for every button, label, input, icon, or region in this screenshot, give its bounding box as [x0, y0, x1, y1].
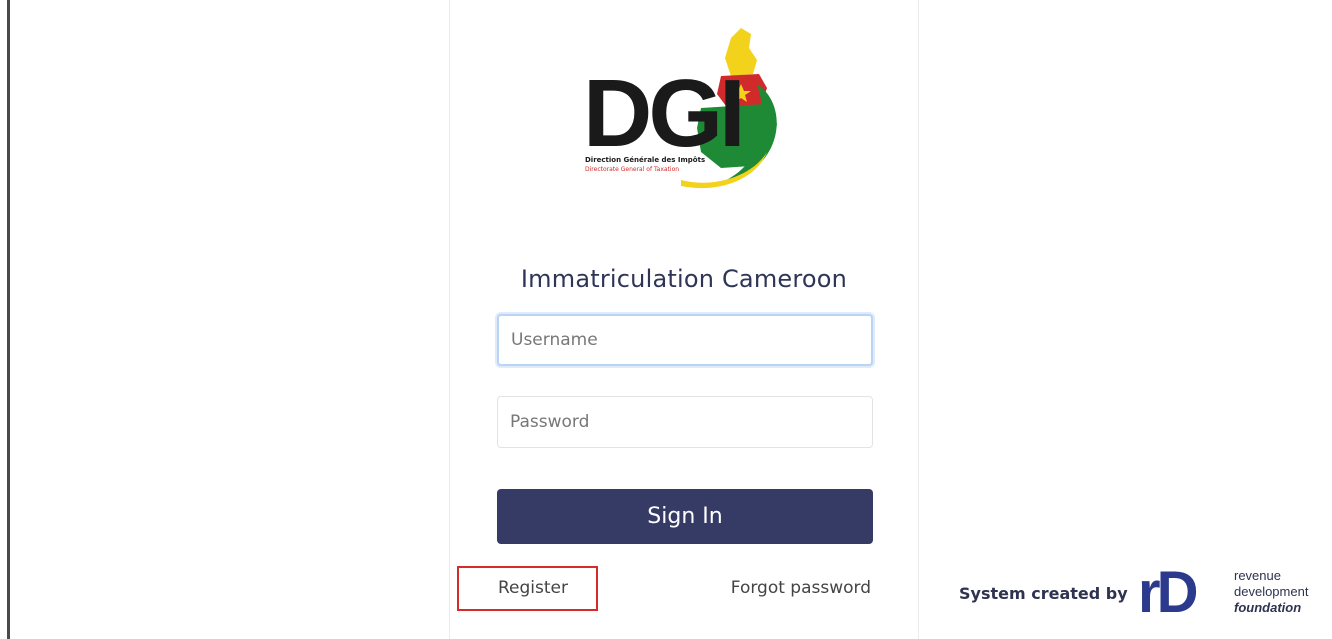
password-input[interactable]: [497, 396, 873, 448]
login-page: DGI Direction Générale des Impôts Direct…: [0, 0, 1332, 639]
logo-line-1: Direction Générale des Impôts: [585, 156, 705, 164]
register-highlight-box: [457, 566, 598, 611]
rdf-line-3: foundation: [1234, 600, 1302, 615]
rdf-line-1: revenue: [1234, 568, 1281, 583]
footer-credit: System created by: [959, 584, 1128, 603]
forgot-password-link[interactable]: Forgot password: [731, 578, 871, 598]
dgi-logo: DGI Direction Générale des Impôts Direct…: [583, 28, 777, 189]
left-edge-bar: [7, 0, 10, 639]
rdf-logo-mark: rD: [1138, 568, 1197, 618]
username-input[interactable]: [497, 314, 873, 366]
rdf-brand-text: revenue development foundation: [1234, 568, 1308, 616]
logo-letters: DGI: [583, 60, 742, 167]
sign-in-button[interactable]: Sign In: [497, 489, 873, 544]
login-card: DGI Direction Générale des Impôts Direct…: [449, 0, 919, 639]
page-title: Immatriculation Cameroon: [520, 265, 848, 293]
rdf-logo-icon: rD: [1138, 568, 1201, 618]
logo-line-2: Directorate General of Taxation: [585, 166, 679, 173]
rdf-line-2: development: [1234, 584, 1309, 599]
